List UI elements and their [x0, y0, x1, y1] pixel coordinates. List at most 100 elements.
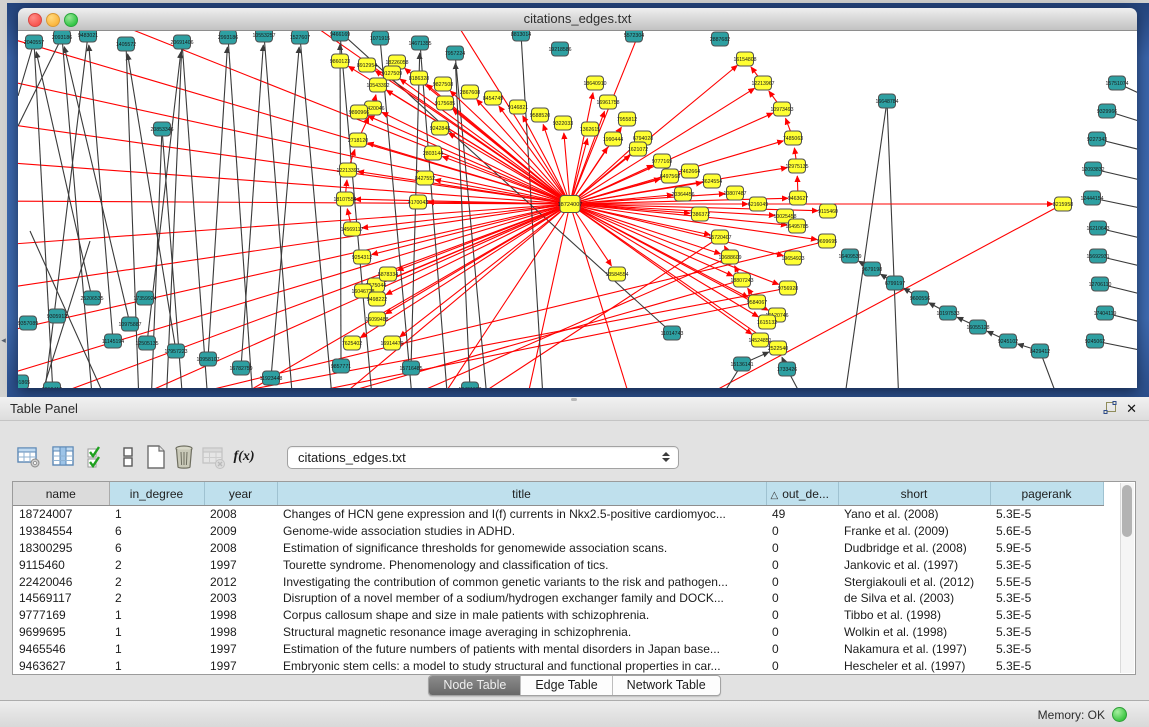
- table-cell[interactable]: 1: [109, 624, 204, 641]
- graph-edge[interactable]: [368, 143, 570, 204]
- network-graph[interactable]: 2040557209318694830211405572206914062993…: [18, 31, 1137, 388]
- table-cell[interactable]: 1998: [204, 607, 277, 624]
- graph-node[interactable]: 1733426: [777, 362, 797, 376]
- graph-node[interactable]: 5878334: [378, 267, 398, 281]
- table-selector-dropdown[interactable]: citations_edges.txt: [287, 446, 679, 469]
- network-window-titlebar[interactable]: citations_edges.txt: [18, 8, 1137, 31]
- table-cell[interactable]: Corpus callosum shape and size in male p…: [277, 607, 766, 624]
- table-cell[interactable]: 18724007: [13, 506, 109, 523]
- table-cell[interactable]: 6: [109, 540, 204, 557]
- graph-node[interactable]: 9819412: [42, 382, 62, 388]
- graph-node[interactable]: 10543392: [366, 78, 389, 92]
- graph-edge[interactable]: [840, 101, 887, 388]
- graph-node[interactable]: 7462664: [680, 164, 700, 178]
- table-cell[interactable]: 5.3E-5: [990, 607, 1103, 624]
- column-header-name[interactable]: name: [13, 482, 109, 506]
- table-cell[interactable]: Wolkin et al. (1998): [838, 624, 990, 641]
- graph-node[interactable]: 6216049: [748, 197, 768, 211]
- graph-edge[interactable]: [887, 101, 900, 388]
- graph-node[interactable]: 1621072: [628, 142, 648, 156]
- graph-node[interactable]: 1615132: [757, 315, 777, 329]
- graph-edge[interactable]: [295, 31, 672, 333]
- graph-node[interactable]: 9175685: [435, 96, 455, 110]
- table-cell[interactable]: 1997: [204, 640, 277, 657]
- table-cell[interactable]: 0: [766, 523, 838, 540]
- graph-node[interactable]: 9254312: [352, 250, 372, 264]
- graph-node[interactable]: 12505135: [135, 336, 158, 350]
- graph-hub-node[interactable]: 18724007: [558, 196, 583, 213]
- table-cell[interactable]: Estimation of significance thresholds fo…: [277, 540, 766, 557]
- graph-node[interactable]: 9466169: [330, 31, 350, 41]
- graph-node[interactable]: 9600556: [910, 291, 930, 305]
- table-cell[interactable]: 2008: [204, 540, 277, 557]
- column-visibility-icon[interactable]: [50, 444, 76, 470]
- graph-node[interactable]: 17359924: [133, 291, 156, 305]
- graph-node[interactable]: 2093186: [52, 31, 72, 44]
- graph-node[interactable]: 19654923: [781, 251, 804, 265]
- table-cell[interactable]: 5.9E-5: [990, 540, 1103, 557]
- graph-edge[interactable]: [455, 63, 470, 388]
- graph-edge[interactable]: [570, 31, 660, 204]
- graph-node[interactable]: 9329966: [1097, 104, 1117, 118]
- graph-node[interactable]: 10973493: [770, 102, 793, 116]
- table-cell[interactable]: 5.3E-5: [990, 590, 1103, 607]
- table-cell[interactable]: Jankovic et al. (1997): [838, 556, 990, 573]
- graph-node[interactable]: 1362615: [580, 122, 600, 136]
- table-row[interactable]: 977716911998Corpus callosum shape and si…: [13, 607, 1103, 624]
- graph-node[interactable]: 9857771: [331, 359, 351, 373]
- graph-node[interactable]: 2887682: [710, 32, 730, 46]
- table-cell[interactable]: 6: [109, 523, 204, 540]
- graph-node[interactable]: 12213967: [751, 76, 774, 90]
- graph-node[interactable]: 15692931: [1086, 249, 1109, 263]
- graph-node[interactable]: 10553257: [252, 31, 275, 42]
- graph-node[interactable]: 9498222: [367, 292, 387, 306]
- graph-node[interactable]: 9322033: [553, 116, 573, 130]
- graph-edge[interactable]: [420, 43, 450, 388]
- graph-edge[interactable]: [18, 31, 570, 204]
- graph-node[interactable]: 9860123: [330, 54, 350, 68]
- table-cell[interactable]: Estimation of the future numbers of pati…: [277, 640, 766, 657]
- table-cell[interactable]: 1: [109, 607, 204, 624]
- table-cell[interactable]: Dudbridge et al. (2008): [838, 540, 990, 557]
- graph-edge[interactable]: [386, 90, 570, 204]
- graph-node[interactable]: 9827508: [433, 77, 453, 91]
- table-cell[interactable]: Disruption of a novel member of a sodium…: [277, 590, 766, 607]
- graph-node[interactable]: 9584067: [747, 295, 767, 309]
- table-cell[interactable]: 9777169: [13, 607, 109, 624]
- table-cell[interactable]: 5.3E-5: [990, 640, 1103, 657]
- graph-node[interactable]: 16648784: [875, 94, 898, 108]
- graph-edge[interactable]: [358, 172, 570, 204]
- table-cell[interactable]: 1997: [204, 657, 277, 674]
- graph-node[interactable]: 15136141: [730, 357, 753, 371]
- table-cell[interactable]: Embryonic stem cells: a model to study s…: [277, 657, 766, 674]
- graph-edge[interactable]: [271, 47, 299, 378]
- table-cell[interactable]: Structural magnetic resonance image aver…: [277, 624, 766, 641]
- graph-node[interactable]: 9699695: [817, 234, 837, 248]
- table-row[interactable]: 946554611997Estimation of the future num…: [13, 640, 1103, 657]
- graph-node[interactable]: 12444154: [1080, 191, 1103, 205]
- graph-node[interactable]: 15751074: [1105, 76, 1128, 90]
- graph-node[interactable]: 9245062: [1085, 334, 1105, 348]
- table-cell[interactable]: Changes of HCN gene expression and I(f) …: [277, 506, 766, 523]
- graph-edge[interactable]: [570, 204, 779, 284]
- graph-node[interactable]: 12093832: [1081, 162, 1104, 176]
- table-cell[interactable]: 1: [109, 657, 204, 674]
- graph-edge[interactable]: [36, 52, 92, 298]
- graph-node[interactable]: 13584554: [605, 267, 628, 281]
- table-cell[interactable]: 5.3E-5: [990, 556, 1103, 573]
- graph-node[interactable]: 12706110: [1089, 277, 1112, 291]
- graph-edge[interactable]: [477, 99, 570, 204]
- graph-node[interactable]: 16782759: [229, 361, 252, 375]
- graph-node[interactable]: 16409539: [838, 249, 861, 263]
- table-cell[interactable]: 0: [766, 607, 838, 624]
- table-cell[interactable]: 1: [109, 640, 204, 657]
- table-cell[interactable]: Tourette syndrome. Phenomenology and cla…: [277, 556, 766, 573]
- select-columns-icon[interactable]: [84, 444, 110, 470]
- table-cell[interactable]: 9463627: [13, 657, 109, 674]
- graph-node[interactable]: 25206535: [80, 291, 103, 305]
- row-height-icon[interactable]: [115, 444, 141, 470]
- graph-node[interactable]: 15716485: [399, 361, 422, 375]
- table-row[interactable]: 1456911722003Disruption of a novel membe…: [13, 590, 1103, 607]
- column-header-pagerank[interactable]: pagerank: [990, 482, 1103, 506]
- panel-splitter-handle[interactable]: [571, 398, 577, 401]
